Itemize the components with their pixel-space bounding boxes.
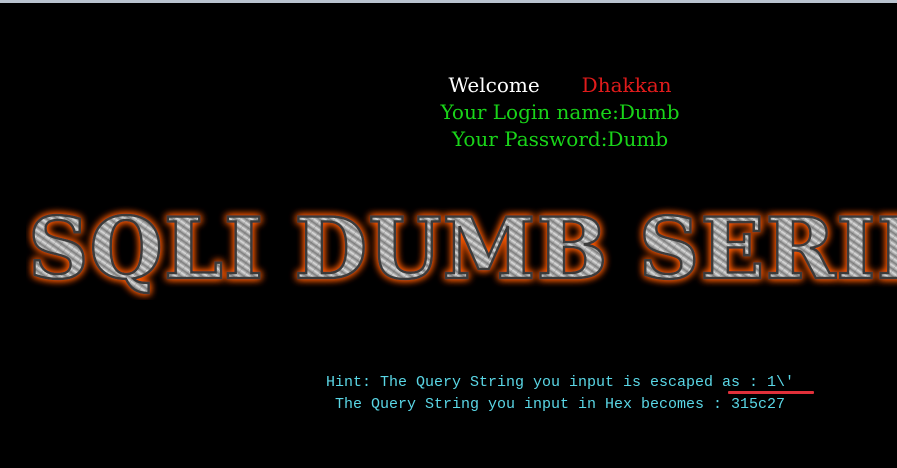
- welcome-line: Welcome Dhakkan: [380, 72, 740, 99]
- hint-hex-line: The Query String you input in Hex become…: [334, 396, 786, 413]
- banner-title: SQLI DUMB SERIES: [28, 200, 897, 298]
- welcome-label: Welcome: [448, 73, 540, 97]
- page: Welcome Dhakkan Your Login name:Dumb Your…: [0, 0, 897, 468]
- query-hint: Hint: The Query String you input is esca…: [300, 372, 820, 416]
- login-info: Welcome Dhakkan Your Login name:Dumb Your…: [380, 72, 740, 153]
- login-name-line: Your Login name:Dumb: [440, 100, 680, 124]
- annotation-underline: [728, 391, 814, 394]
- banner-logo: SQLI DUMB SERIES: [27, 200, 897, 299]
- sqli-dumb-series-banner: SQLI DUMB SERIES: [26, 200, 897, 300]
- password-line: Your Password:Dumb: [451, 127, 669, 151]
- window-top-border: [0, 0, 897, 3]
- welcome-user-name: Dhakkan: [581, 73, 672, 97]
